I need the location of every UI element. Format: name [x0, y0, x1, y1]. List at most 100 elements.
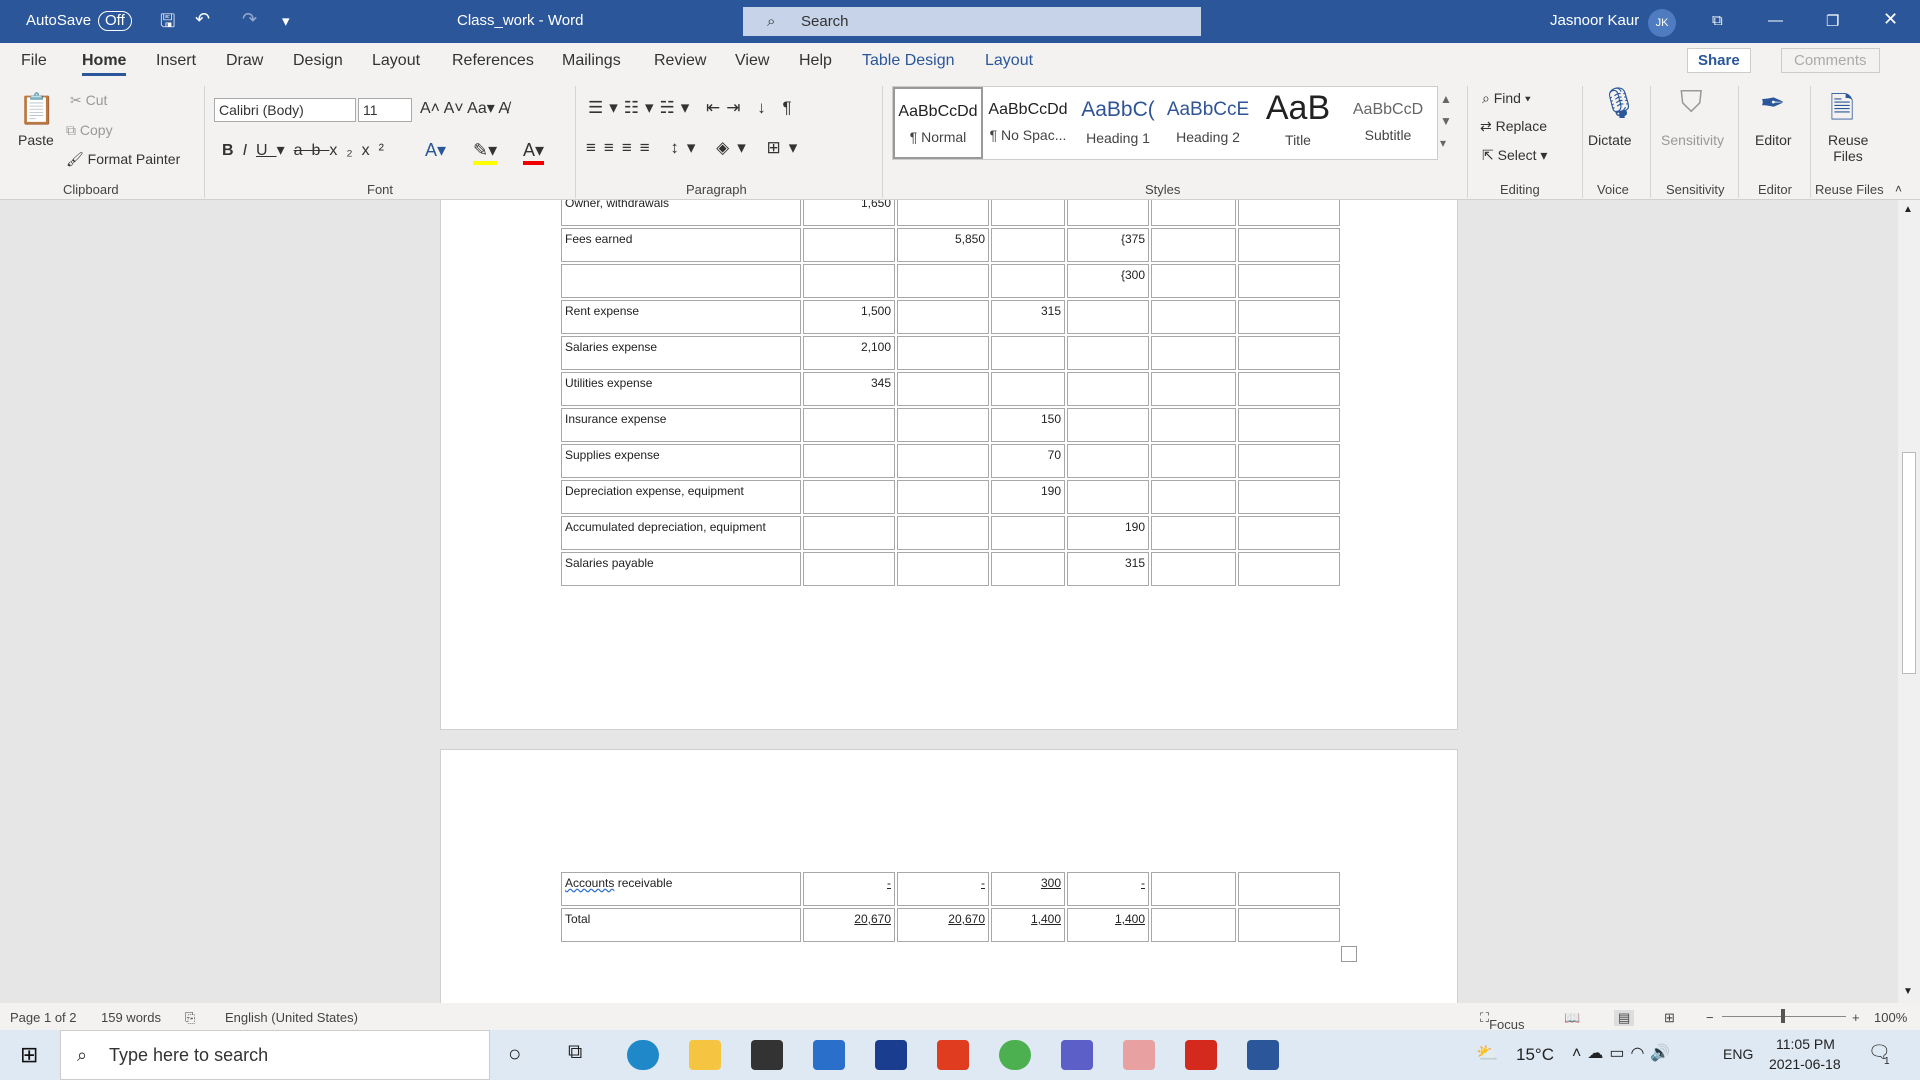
- amount-cell[interactable]: [897, 372, 989, 406]
- amount-cell[interactable]: 315: [1067, 552, 1149, 586]
- amount-cell[interactable]: [803, 228, 895, 262]
- reuse-files-button[interactable]: Reuse Files: [1828, 132, 1868, 164]
- tab-file[interactable]: File: [21, 52, 47, 70]
- restore-icon[interactable]: ❐: [1826, 12, 1839, 30]
- customize-qat-icon[interactable]: ▾: [282, 12, 290, 30]
- ribbon-display-icon[interactable]: ⧉: [1712, 12, 1723, 29]
- amount-cell[interactable]: [1151, 200, 1236, 226]
- tab-mailings[interactable]: Mailings: [562, 52, 621, 70]
- paste-icon[interactable]: 📋: [18, 92, 55, 127]
- tab-view[interactable]: View: [735, 52, 769, 70]
- amount-cell[interactable]: [897, 444, 989, 478]
- style-subtitle[interactable]: AaBbCcDSubtitle: [1343, 87, 1433, 159]
- word-count[interactable]: 159 words: [101, 1010, 161, 1025]
- teams-icon[interactable]: [1061, 1040, 1093, 1070]
- amount-cell[interactable]: [1151, 908, 1236, 942]
- amount-cell[interactable]: [897, 336, 989, 370]
- windows-start-icon[interactable]: ⊞: [20, 1042, 38, 1068]
- dictate-button[interactable]: Dictate: [1588, 132, 1632, 148]
- account-name-cell[interactable]: Accumulated depreciation, equipment: [561, 516, 801, 550]
- amount-cell[interactable]: [1151, 372, 1236, 406]
- amount-cell[interactable]: [1067, 444, 1149, 478]
- zoom-level[interactable]: 100%: [1874, 1010, 1907, 1025]
- amount-cell[interactable]: [1151, 336, 1236, 370]
- web-layout-icon[interactable]: ⊞: [1664, 1010, 1675, 1026]
- sensitivity-icon[interactable]: ⛉: [1680, 86, 1703, 120]
- amount-cell[interactable]: -: [897, 872, 989, 906]
- sensitivity-button[interactable]: Sensitivity: [1661, 132, 1724, 148]
- amount-cell[interactable]: -: [803, 872, 895, 906]
- select-button[interactable]: ⇱ Select ▾: [1482, 147, 1547, 164]
- amount-cell[interactable]: [1238, 408, 1340, 442]
- account-name-cell[interactable]: Owner, withdrawals: [561, 200, 801, 226]
- paste-button[interactable]: Paste: [18, 132, 54, 148]
- account-name-cell[interactable]: Accounts receivable: [561, 872, 801, 906]
- amount-cell[interactable]: [1067, 372, 1149, 406]
- amount-cell[interactable]: 345: [803, 372, 895, 406]
- acrobat-icon[interactable]: [1185, 1040, 1217, 1070]
- amount-cell[interactable]: [1151, 516, 1236, 550]
- comments-button[interactable]: Comments: [1781, 48, 1880, 73]
- print-layout-icon[interactable]: ▤: [1614, 1010, 1634, 1026]
- format-painter-button[interactable]: 🖌 Format Painter: [66, 151, 180, 168]
- snipping-icon[interactable]: [1123, 1040, 1155, 1070]
- close-icon[interactable]: ✕: [1883, 9, 1898, 30]
- chrome-icon[interactable]: [999, 1040, 1031, 1070]
- account-name-cell[interactable]: Depreciation expense, equipment: [561, 480, 801, 514]
- amount-cell[interactable]: [1151, 552, 1236, 586]
- collapse-ribbon-icon[interactable]: ˄: [1895, 182, 1902, 196]
- amount-cell[interactable]: [991, 200, 1065, 226]
- tab-table-layout[interactable]: Layout: [985, 52, 1033, 70]
- edge-icon[interactable]: [627, 1040, 659, 1070]
- amount-cell[interactable]: [1067, 408, 1149, 442]
- amount-cell[interactable]: [1238, 908, 1340, 942]
- amount-cell[interactable]: 1,650: [803, 200, 895, 226]
- amount-cell[interactable]: [1238, 228, 1340, 262]
- style-title[interactable]: AaBTitle: [1253, 87, 1343, 159]
- avatar[interactable]: JK: [1648, 9, 1676, 37]
- scroll-thumb[interactable]: [1902, 452, 1916, 674]
- tab-help[interactable]: Help: [799, 52, 832, 70]
- zoom-slider-thumb[interactable]: [1781, 1009, 1785, 1023]
- scroll-up-icon[interactable]: ▲: [1903, 204, 1913, 215]
- account-name-cell[interactable]: Fees earned: [561, 228, 801, 262]
- table-resize-handle[interactable]: [1341, 946, 1357, 962]
- account-name-cell[interactable]: Salaries expense: [561, 336, 801, 370]
- microphone-icon[interactable]: 🎙: [1600, 86, 1638, 121]
- amount-cell[interactable]: [1238, 336, 1340, 370]
- amount-cell[interactable]: -: [1067, 872, 1149, 906]
- share-button[interactable]: Share: [1687, 48, 1751, 73]
- amount-cell[interactable]: {300: [1067, 264, 1149, 298]
- align-icons[interactable]: ≡≡≡≡ ↕▾ ◈▾ ⊞▾: [586, 138, 805, 158]
- amount-cell[interactable]: [1238, 300, 1340, 334]
- store-icon[interactable]: [751, 1040, 783, 1070]
- amount-cell[interactable]: [1151, 228, 1236, 262]
- amount-cell[interactable]: [803, 408, 895, 442]
- amount-cell[interactable]: [897, 200, 989, 226]
- amount-cell[interactable]: [897, 408, 989, 442]
- replace-button[interactable]: ⇄ Replace: [1480, 118, 1547, 135]
- amount-cell[interactable]: [897, 516, 989, 550]
- amount-cell[interactable]: 190: [1067, 516, 1149, 550]
- highlight-icon[interactable]: ✎▾: [473, 140, 497, 165]
- tab-references[interactable]: References: [452, 52, 534, 70]
- amount-cell[interactable]: [1151, 408, 1236, 442]
- editor-button[interactable]: Editor: [1755, 132, 1792, 148]
- tab-insert[interactable]: Insert: [156, 52, 196, 70]
- amount-cell[interactable]: [1151, 300, 1236, 334]
- tab-layout[interactable]: Layout: [372, 52, 420, 70]
- copy-button[interactable]: ⧉ Copy: [66, 122, 113, 139]
- amount-cell[interactable]: [1238, 264, 1340, 298]
- font-name-select[interactable]: Calibri (Body): [214, 98, 356, 122]
- styles-scroll-icons[interactable]: ▲▼▾: [1440, 88, 1452, 154]
- amount-cell[interactable]: [1151, 480, 1236, 514]
- amount-cell[interactable]: [803, 264, 895, 298]
- list-icons[interactable]: ☰▾☷▾☵▾ ⇤⇥ ↓ ¶: [588, 98, 798, 118]
- account-name-cell[interactable]: Salaries payable: [561, 552, 801, 586]
- font-tools-icons[interactable]: A˄ A˅ Aa▾ A̸: [420, 98, 509, 118]
- style-normal[interactable]: AaBbCcDd¶ Normal: [893, 87, 983, 159]
- app-icon[interactable]: [875, 1040, 907, 1070]
- mail-icon[interactable]: [813, 1040, 845, 1070]
- page-count[interactable]: Page 1 of 2: [10, 1010, 77, 1025]
- amount-cell[interactable]: [897, 480, 989, 514]
